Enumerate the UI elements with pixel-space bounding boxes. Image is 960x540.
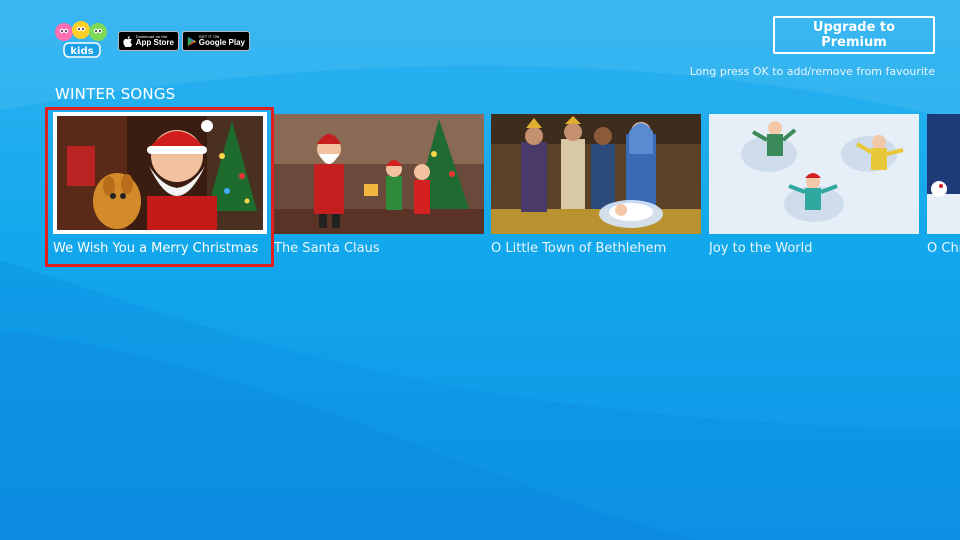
google-play-badge[interactable]: GET IT ON Google Play [182,31,250,51]
svg-text:kids: kids [70,46,93,57]
app-store-badge[interactable]: Download on the App Store [118,31,179,51]
video-card-bethlehem[interactable]: O Little Town of Bethlehem [491,114,701,256]
hey-kids-logo: kids [54,18,108,60]
video-thumbnail [709,114,919,234]
video-title: O Christmas Tree [927,241,960,256]
video-thumbnail-frame [53,112,267,234]
background-decoration [0,0,960,540]
video-thumbnail [927,114,960,234]
video-title: Joy to the World [709,241,813,256]
video-title: The Santa Claus [274,241,380,256]
apple-icon [123,35,133,47]
video-card-we-wish-you[interactable]: We Wish You a Merry Christmas [53,112,267,256]
favourite-hint: Long press OK to add/remove from favouri… [689,65,935,78]
app-store-label: App Store [135,38,174,47]
upgrade-premium-button[interactable]: Upgrade to Premium [773,16,935,54]
video-title: We Wish You a Merry Christmas [53,241,259,256]
video-thumbnail [57,116,263,230]
video-card-o-christmas-tree[interactable]: O Christmas Tree [927,114,960,256]
video-title: O Little Town of Bethlehem [491,241,667,256]
google-play-label: Google Play [198,38,245,47]
google-play-icon [187,36,196,46]
video-card-joy-to-the-world[interactable]: Joy to the World [709,114,919,256]
video-card-santa-claus[interactable]: The Santa Claus [274,114,484,256]
video-thumbnail [274,114,484,234]
video-thumbnail [491,114,701,234]
video-carousel: We Wish You a Merry Christmas The Santa … [0,108,960,270]
section-title: WINTER SONGS [55,85,176,103]
